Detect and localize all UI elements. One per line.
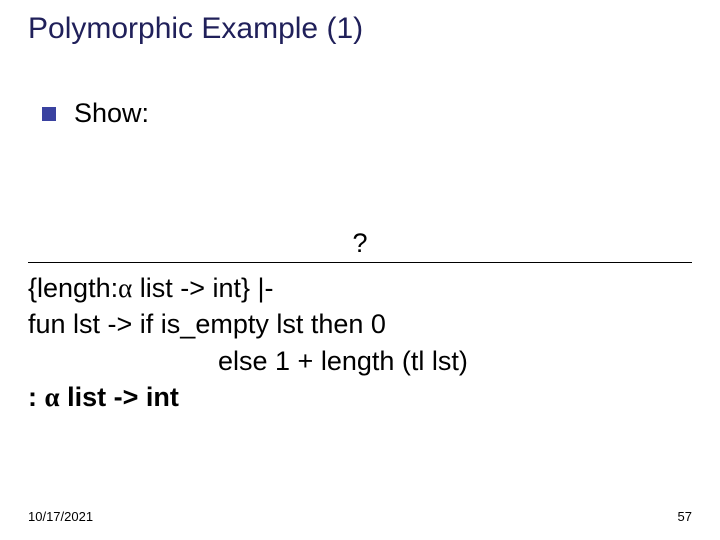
bullet-row: Show:	[42, 98, 149, 129]
footer-date: 10/17/2021	[28, 509, 93, 524]
proof-line-4-pre: :	[28, 382, 45, 412]
proof-line-1-post: list -> int} |-	[132, 273, 273, 303]
proof-line-1: {length:α list -> int} |-	[28, 270, 692, 306]
footer-page-number: 57	[678, 509, 692, 524]
proof-line-1-pre: {length:	[28, 273, 118, 303]
proof-line-4-post: list -> int	[60, 382, 179, 412]
proof-line-4: : α list -> int	[28, 379, 692, 415]
alpha-symbol: α	[118, 273, 132, 303]
divider	[28, 262, 692, 263]
proof-body: {length:α list -> int} |- fun lst -> if …	[28, 270, 692, 416]
proof-line-2: fun lst -> if is_empty lst then 0	[28, 306, 692, 342]
alpha-symbol: α	[45, 382, 60, 412]
bullet-text: Show:	[74, 98, 149, 129]
slide: Polymorphic Example (1) Show: ? {length:…	[0, 0, 720, 540]
bullet-icon	[42, 107, 56, 121]
question-mark: ?	[0, 228, 720, 259]
proof-line-3: else 1 + length (tl lst)	[28, 343, 692, 379]
slide-title: Polymorphic Example (1)	[28, 12, 363, 46]
